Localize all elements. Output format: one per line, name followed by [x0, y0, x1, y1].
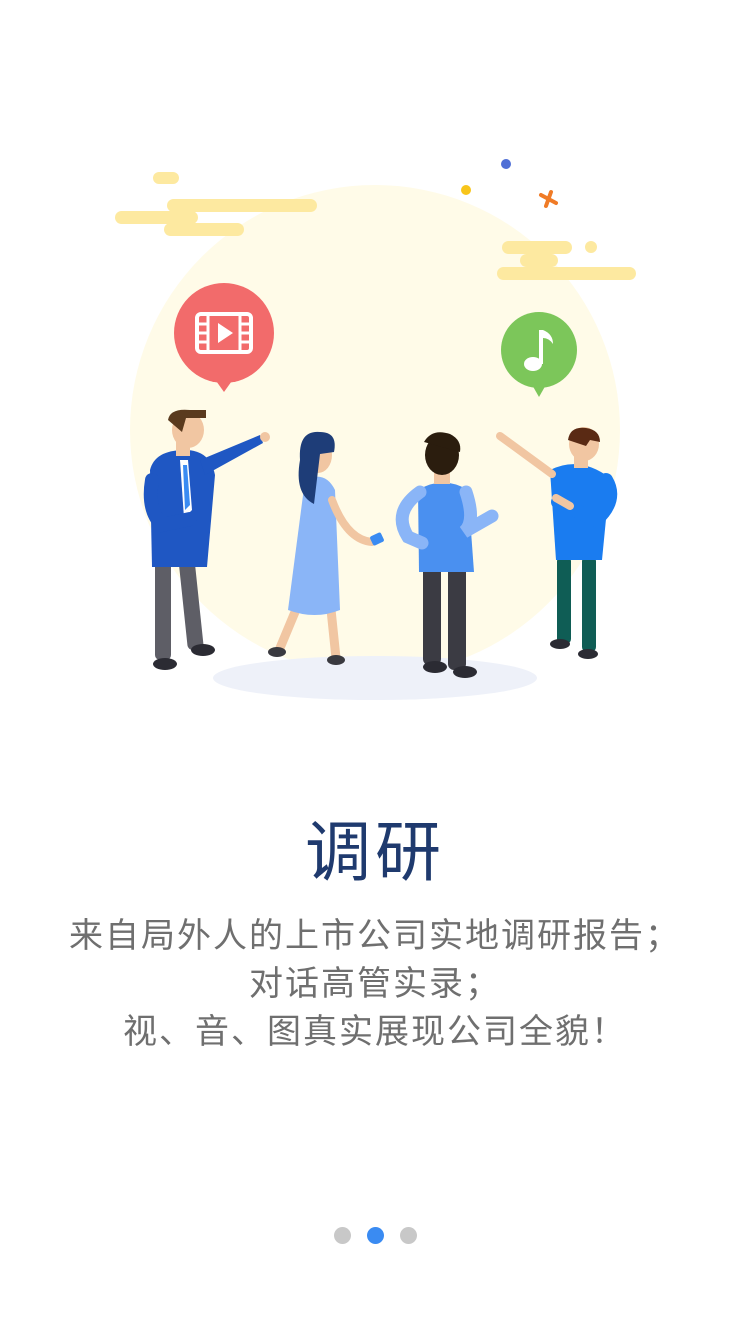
description-line: 视、音、图真实展现公司全貌！ — [123, 1012, 627, 1052]
onboarding-illustration — [115, 159, 636, 700]
description-line: 对话高管实录； — [249, 964, 501, 1004]
page-dot-2[interactable] — [366, 1227, 384, 1244]
ground-shadow — [213, 656, 537, 700]
sparkle-star-icon — [539, 190, 558, 208]
sparkle-dot — [461, 185, 471, 195]
page-title: 调研 — [305, 814, 445, 891]
description-line: 来自局外人的上市公司实地调研报告； — [69, 916, 681, 956]
sparkle-dot — [501, 159, 511, 169]
page-dot-3[interactable] — [399, 1227, 417, 1244]
page-dot-1[interactable] — [333, 1227, 351, 1244]
page-indicator — [0, 1227, 750, 1245]
